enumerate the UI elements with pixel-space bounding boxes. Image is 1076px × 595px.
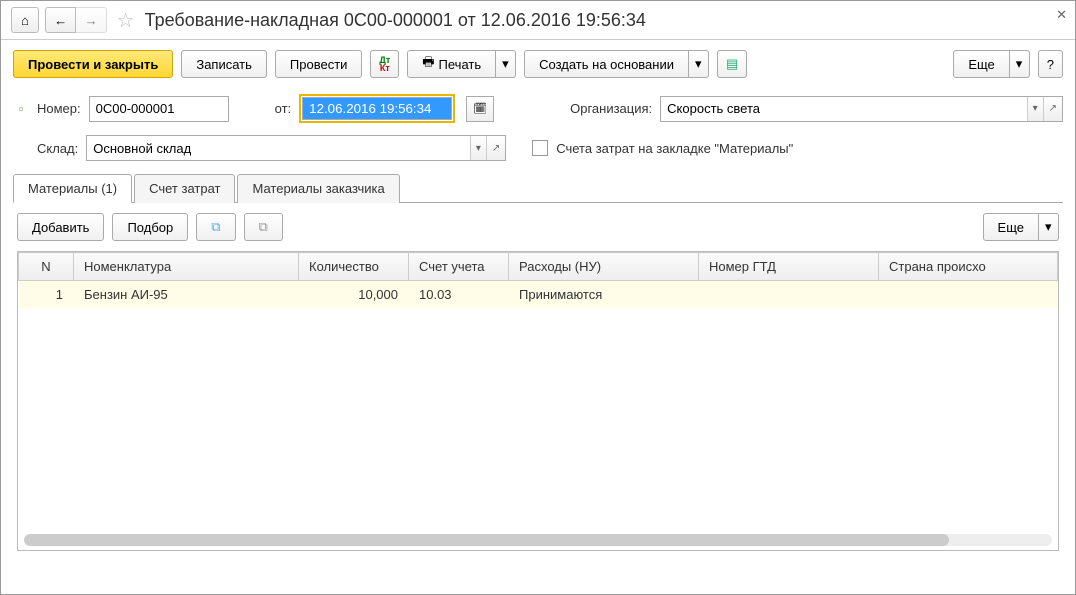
main-toolbar: Провести и закрыть Записать Провести ДтК… [1, 40, 1075, 88]
favorite-star-icon[interactable]: ☆ [117, 8, 135, 33]
print-label: Печать [439, 57, 482, 72]
col-gtd[interactable]: Номер ГТД [699, 253, 879, 281]
printer-icon: 🖶 [422, 53, 434, 75]
row-number-date-org: ▫ Номер: от: 🗓 Организация: ▾ ↗ [1, 88, 1075, 129]
dtkt-icon: ДтКт [379, 56, 390, 72]
more-dropdown[interactable]: ▾ [1010, 50, 1030, 78]
dtkt-button[interactable]: ДтКт [370, 50, 399, 78]
tab-cost-account[interactable]: Счет затрат [134, 174, 235, 203]
report-button[interactable]: ▤ [717, 50, 747, 78]
titlebar: ⌂ ← → ☆ Требование-накладная 0С00-000001… [1, 1, 1075, 40]
paste-button[interactable]: ⧉ [244, 213, 283, 241]
date-label: от: [275, 101, 292, 116]
calendar-button[interactable]: 🗓 [466, 96, 494, 122]
table-row[interactable]: 1 Бензин АИ-95 10,000 10.03 Принимаются [19, 281, 1058, 309]
cell-country [879, 281, 1058, 309]
cost-accounts-label: Счета затрат на закладке "Материалы" [556, 141, 793, 156]
pick-button[interactable]: Подбор [112, 213, 188, 241]
paste-icon: ⧉ [259, 219, 268, 235]
row-warehouse: Склад: ▾ ↗ Счета затрат на закладке "Мат… [1, 129, 1075, 167]
tab-toolbar: Добавить Подбор ⧉ ⧉ Еще ▾ [1, 203, 1075, 251]
create-based-button[interactable]: Создать на основании [524, 50, 689, 78]
tab-materials[interactable]: Материалы (1) [13, 174, 132, 203]
col-account[interactable]: Счет учета [409, 253, 509, 281]
more-button[interactable]: Еще [953, 50, 1009, 78]
post-and-close-button[interactable]: Провести и закрыть [13, 50, 173, 78]
warehouse-open-btn[interactable]: ↗ [486, 136, 505, 160]
cell-expenses: Принимаются [509, 281, 699, 309]
close-icon[interactable]: ✕ [1056, 7, 1067, 23]
org-label: Организация: [570, 101, 652, 116]
document-window: ⌂ ← → ☆ Требование-накладная 0С00-000001… [0, 0, 1076, 595]
materials-table-wrap[interactable]: N Номенклатура Количество Счет учета Рас… [17, 251, 1059, 551]
cost-accounts-checkbox[interactable] [532, 140, 548, 156]
col-quantity[interactable]: Количество [299, 253, 409, 281]
cell-quantity: 10,000 [299, 281, 409, 309]
create-based-dropdown[interactable]: ▾ [689, 50, 709, 78]
cell-gtd [699, 281, 879, 309]
document-icon: ▤ [726, 56, 738, 72]
date-field[interactable] [302, 97, 452, 120]
col-nomenclature[interactable]: Номенклатура [74, 253, 299, 281]
warehouse-combo[interactable]: ▾ ↗ [86, 135, 506, 161]
chevron-down-icon: ▾ [695, 56, 702, 72]
add-button[interactable]: Добавить [17, 213, 104, 241]
calendar-icon: 🗓 [473, 102, 487, 115]
org-open-btn[interactable]: ↗ [1043, 97, 1062, 121]
cell-account: 10.03 [409, 281, 509, 309]
horizontal-scrollbar[interactable] [24, 534, 1052, 546]
warehouse-label: Склад: [37, 141, 78, 156]
help-button[interactable]: ? [1038, 50, 1063, 78]
forward-button[interactable]: → [76, 7, 106, 33]
scrollbar-thumb[interactable] [24, 534, 949, 546]
back-button[interactable]: ← [45, 7, 76, 33]
chevron-down-icon: ▾ [502, 56, 509, 72]
arrow-right-icon: → [84, 13, 97, 28]
post-button[interactable]: Провести [275, 50, 363, 78]
chevron-down-icon: ▾ [1045, 219, 1052, 235]
home-button[interactable]: ⌂ [11, 7, 39, 33]
arrow-left-icon: ← [54, 13, 67, 28]
number-label: Номер: [37, 101, 81, 116]
copy-button[interactable]: ⧉ [196, 213, 235, 241]
print-button[interactable]: 🖶 Печать [407, 50, 496, 78]
col-country[interactable]: Страна происхо [879, 253, 1058, 281]
organization-combo[interactable]: ▾ ↗ [660, 96, 1063, 122]
organization-input[interactable] [661, 97, 1026, 121]
tab-customer-materials[interactable]: Материалы заказчика [237, 174, 399, 203]
chevron-down-icon: ▾ [1016, 56, 1023, 72]
col-expenses[interactable]: Расходы (НУ) [509, 253, 699, 281]
window-title: Требование-накладная 0С00-000001 от 12.0… [145, 10, 646, 31]
warehouse-input[interactable] [87, 136, 470, 160]
warehouse-dropdown-btn[interactable]: ▾ [470, 136, 486, 160]
save-button[interactable]: Записать [181, 50, 267, 78]
home-icon: ⌂ [21, 13, 29, 28]
tabs: Материалы (1) Счет затрат Материалы зака… [13, 173, 1063, 203]
cell-n: 1 [19, 281, 74, 309]
print-dropdown[interactable]: ▾ [496, 50, 516, 78]
col-n[interactable]: N [19, 253, 74, 281]
document-status-icon: ▫ [13, 101, 29, 117]
copy-icon: ⧉ [211, 219, 220, 235]
cell-nomenclature: Бензин АИ-95 [74, 281, 299, 309]
materials-table: N Номенклатура Количество Счет учета Рас… [18, 252, 1058, 308]
org-dropdown-btn[interactable]: ▾ [1027, 97, 1043, 121]
tab-more-button[interactable]: Еще [983, 213, 1039, 241]
tab-more-dropdown[interactable]: ▾ [1039, 213, 1059, 241]
number-field[interactable] [89, 96, 229, 122]
